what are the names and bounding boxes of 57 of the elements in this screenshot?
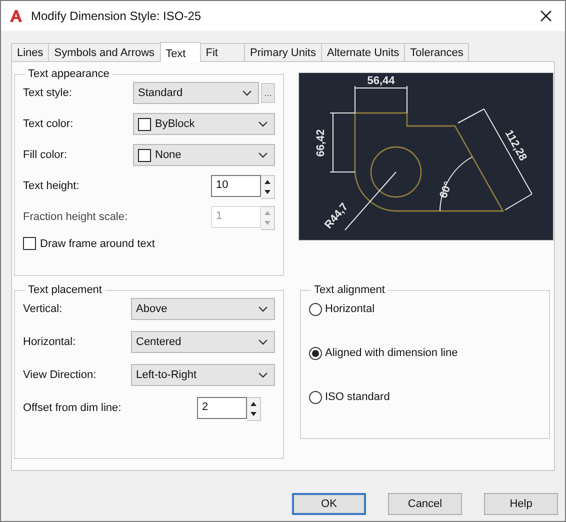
group-title: Text alignment bbox=[313, 284, 386, 296]
field-label: Text color: bbox=[23, 118, 74, 130]
dropdown-value: Centered bbox=[136, 336, 182, 348]
dropdown-value: Above bbox=[136, 303, 168, 315]
spin-arrows-icon[interactable] bbox=[247, 397, 261, 421]
radio-label: Horizontal bbox=[325, 303, 375, 315]
tab[interactable]: Text bbox=[160, 42, 201, 62]
caret-icon bbox=[258, 152, 268, 158]
close-icon[interactable] bbox=[539, 9, 553, 23]
number-field[interactable]: 2 bbox=[197, 397, 247, 419]
tab[interactable]: Lines bbox=[11, 43, 50, 61]
field-label: Text style: bbox=[23, 87, 73, 99]
field-label: Vertical: bbox=[23, 303, 64, 315]
color-swatch-icon bbox=[138, 148, 151, 162]
field-label: Text height: bbox=[23, 180, 80, 192]
group-title: Text placement bbox=[27, 284, 103, 296]
dropdown-value: None bbox=[155, 149, 182, 161]
field-label: Fill color: bbox=[23, 149, 68, 161]
caret-icon bbox=[258, 339, 268, 345]
app-logo-icon bbox=[9, 9, 23, 23]
caret-icon bbox=[258, 121, 268, 127]
field-label: View Direction: bbox=[23, 369, 98, 381]
checkbox[interactable] bbox=[23, 237, 36, 250]
radio-button[interactable] bbox=[309, 302, 322, 316]
group-title: Text appearance bbox=[27, 68, 110, 80]
radio-label: ISO standard bbox=[325, 391, 390, 403]
dropdown[interactable]: Centered bbox=[131, 331, 275, 353]
dialog-button[interactable]: Help bbox=[484, 493, 558, 515]
dropdown-value: ByBlock bbox=[155, 118, 196, 130]
dropdown[interactable]: Standard bbox=[133, 82, 259, 104]
dropdown[interactable]: Left-to-Right bbox=[131, 364, 275, 386]
radio-label: Aligned with dimension line bbox=[325, 347, 458, 359]
browse-button[interactable]: ... bbox=[261, 83, 275, 103]
dropdown-value: Standard bbox=[138, 87, 184, 99]
number-field: 1 bbox=[211, 206, 261, 228]
caret-icon bbox=[258, 306, 268, 312]
field-label: Horizontal: bbox=[23, 336, 77, 348]
field-label: Fraction height scale: bbox=[23, 211, 129, 223]
field-label: Offset from dim line: bbox=[23, 402, 122, 414]
dialog-button[interactable]: OK bbox=[292, 493, 366, 515]
dropdown-value: Left-to-Right bbox=[136, 369, 198, 381]
tab[interactable]: Primary Units bbox=[244, 43, 322, 61]
window-title: Modify Dimension Style: ISO-25 bbox=[31, 9, 202, 23]
color-swatch-icon bbox=[138, 118, 151, 130]
spin-arrows-icon[interactable] bbox=[261, 175, 275, 199]
checkbox-label: Draw frame around text bbox=[40, 238, 155, 250]
dropdown[interactable]: Above bbox=[131, 298, 275, 320]
dialog-button[interactable]: Cancel bbox=[388, 493, 462, 515]
tab[interactable]: Tolerances bbox=[404, 43, 470, 61]
number-field[interactable]: 10 bbox=[211, 175, 261, 197]
dropdown[interactable]: ByBlock bbox=[133, 113, 275, 135]
tab[interactable]: Symbols and Arrows bbox=[48, 43, 161, 61]
dropdown[interactable]: None bbox=[133, 144, 275, 166]
caret-icon bbox=[258, 372, 268, 378]
caret-icon bbox=[242, 90, 252, 96]
radio-button[interactable] bbox=[309, 346, 322, 360]
radio-button[interactable] bbox=[309, 390, 322, 404]
